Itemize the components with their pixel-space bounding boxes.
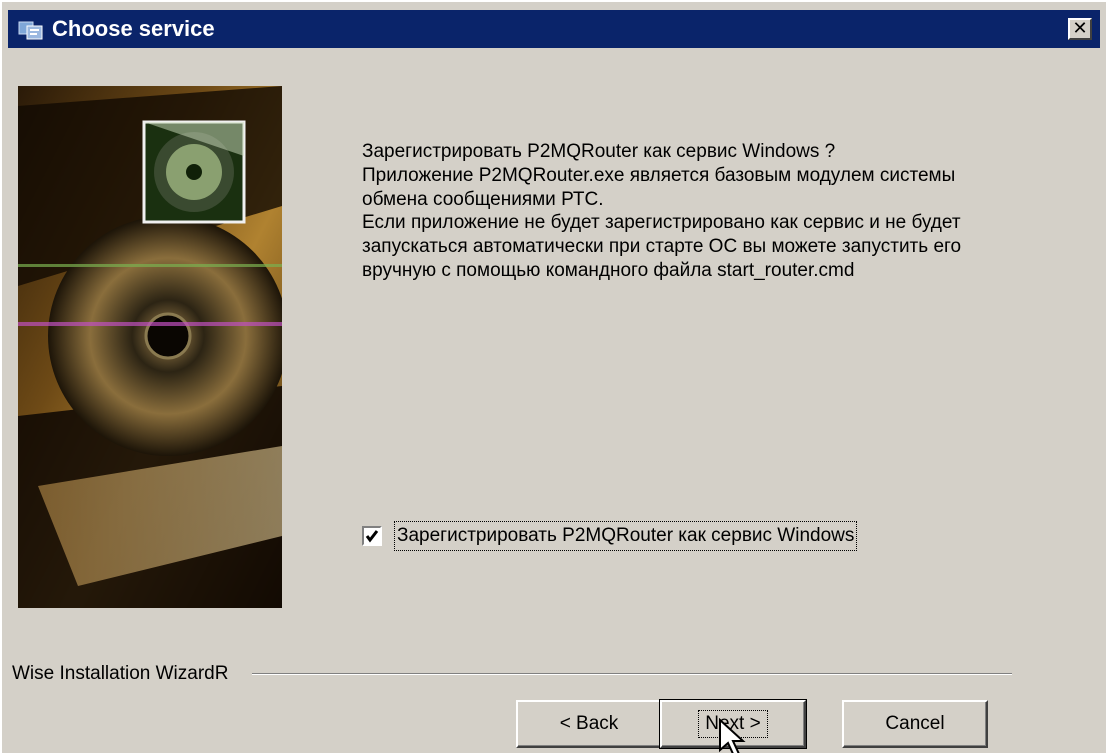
register-service-option[interactable]: Зарегистрировать P2MQRouter как сервис W… (362, 519, 858, 553)
close-button[interactable]: ✕ (1068, 18, 1092, 40)
wizard-brand-label: Wise Installation WizardR (12, 663, 235, 685)
installer-dialog: Choose service ✕ Зарегистрировать P2MQRo… (0, 0, 1106, 753)
close-icon: ✕ (1072, 18, 1088, 38)
footer-separator (252, 673, 1012, 675)
service-description: Зарегистрировать P2MQRouter как сервис W… (362, 140, 1022, 283)
installer-icon (18, 19, 44, 41)
description-module-info: Приложение P2MQRouter.exe является базов… (362, 164, 956, 210)
window-title: Choose service (52, 16, 215, 41)
back-button-label: < Back (559, 713, 619, 734)
checkmark-icon (365, 530, 379, 543)
description-manual-start-info: Если приложение не будет зарегистрирован… (362, 212, 962, 281)
title-bar[interactable]: Choose service ✕ (8, 10, 1100, 48)
disc-thumbnail (142, 120, 246, 224)
description-question: Зарегистрировать P2MQRouter как сервис W… (362, 141, 836, 162)
mouse-pointer-icon (719, 718, 746, 753)
wizard-banner-image (18, 86, 282, 608)
register-service-label[interactable]: Зарегистрировать P2MQRouter как сервис W… (394, 521, 858, 551)
cancel-button[interactable]: Cancel (842, 700, 988, 748)
cancel-button-label: Cancel (885, 713, 945, 734)
register-service-checkbox[interactable] (362, 526, 382, 546)
back-button[interactable]: < Back (516, 700, 662, 748)
